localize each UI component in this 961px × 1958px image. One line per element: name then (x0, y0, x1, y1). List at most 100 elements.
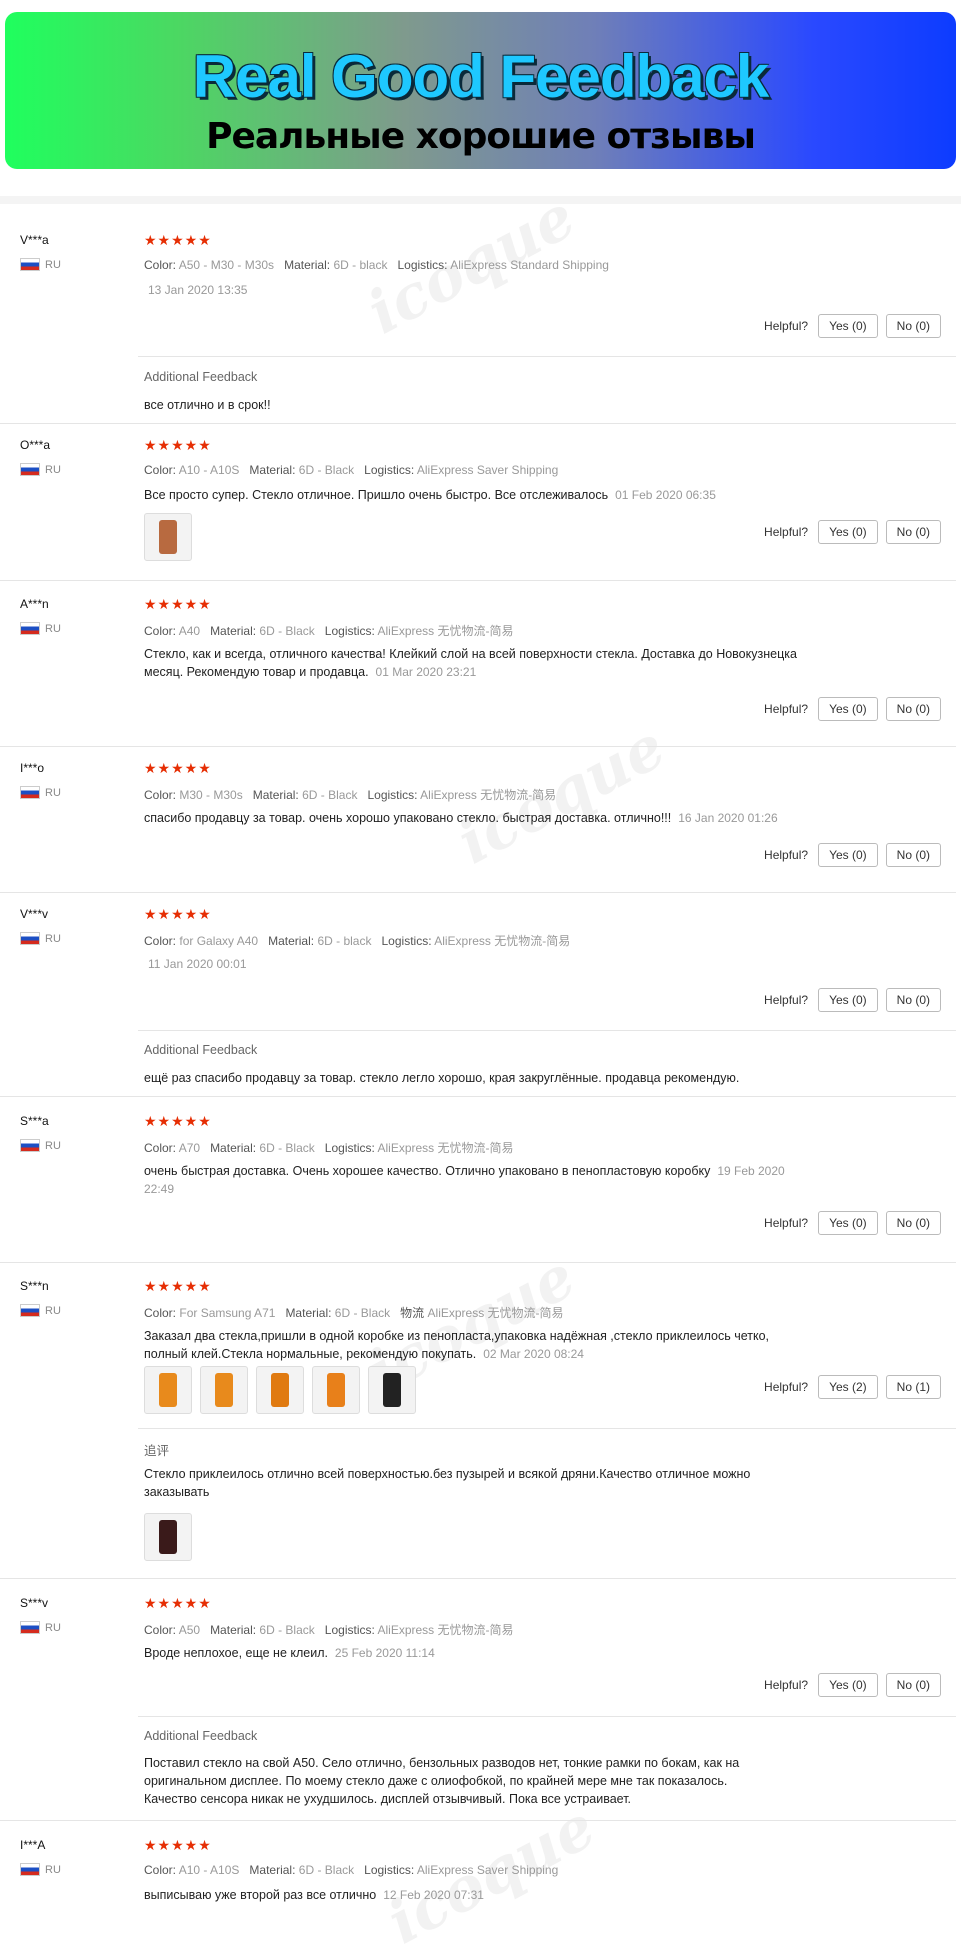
reviewer-name: V***a (20, 233, 49, 247)
reviewer-country: RU (20, 1304, 61, 1317)
helpful-yes-button[interactable]: Yes (0) (818, 1211, 878, 1235)
helpful-no-button[interactable]: No (0) (885, 843, 941, 867)
review-text: Заказал два стекла,пришли в одной коробк… (144, 1329, 770, 1361)
additional-feedback-label: Additional Feedback (144, 1729, 258, 1743)
divider (138, 1716, 956, 1717)
review-meta: Color: M30 - M30s Material: 6D - Black L… (144, 788, 557, 802)
reviewer-country: RU (20, 463, 61, 476)
helpful-controls: Helpful? Yes (0) No (0) (764, 1211, 941, 1235)
helpful-yes-button[interactable]: Yes (0) (818, 314, 878, 338)
helpful-no-button[interactable]: No (1) (885, 1375, 941, 1399)
review-photo[interactable] (256, 1366, 304, 1414)
review-photos (144, 1366, 416, 1414)
helpful-no-button[interactable]: No (0) (885, 697, 941, 721)
feedback-banner: Real Good Feedback Реальные хорошие отзы… (5, 12, 956, 169)
additional-feedback-text: Стекло приклеилось отлично всей поверхно… (144, 1467, 751, 1499)
review-meta: Color: For Samsung A71 Material: 6D - Bl… (144, 1306, 564, 1320)
review-meta: Color: A50 Material: 6D - Black Logistic… (144, 1623, 514, 1637)
additional-feedback-text: все отлично и в срок!! (144, 398, 271, 412)
reviewer-country: RU (20, 258, 61, 271)
divider (138, 1428, 956, 1429)
list-top-border (0, 196, 961, 204)
helpful-no-button[interactable]: No (0) (885, 1211, 941, 1235)
divider (138, 1030, 956, 1031)
russia-flag-icon (20, 1139, 40, 1152)
review-photo[interactable] (144, 1366, 192, 1414)
review-separator (0, 423, 956, 424)
reviewer-country: RU (20, 1621, 61, 1634)
russia-flag-icon (20, 463, 40, 476)
russia-flag-icon (20, 622, 40, 635)
helpful-controls: Helpful? Yes (0) No (0) (764, 988, 941, 1012)
banner-subtitle: Реальные хорошие отзывы (206, 116, 756, 157)
helpful-yes-button[interactable]: Yes (0) (818, 988, 878, 1012)
helpful-yes-button[interactable]: Yes (0) (818, 843, 878, 867)
helpful-no-button[interactable]: No (0) (885, 520, 941, 544)
helpful-controls: Helpful? Yes (0) No (0) (764, 520, 941, 544)
reviewer-name: S***n (20, 1279, 49, 1293)
helpful-yes-button[interactable]: Yes (0) (818, 697, 878, 721)
rating-stars: ★★★★★ (144, 232, 212, 248)
review-separator (0, 1096, 956, 1097)
rating-stars: ★★★★★ (144, 1113, 212, 1129)
reviewer-country: RU (20, 932, 61, 945)
helpful-label: Helpful? (764, 1216, 809, 1230)
review-meta: Color: A10 - A10S Material: 6D - Black L… (144, 1863, 559, 1877)
review-date: 13 Jan 2020 13:35 (148, 283, 248, 297)
helpful-label: Helpful? (764, 993, 809, 1007)
review-text: Все просто супер. Стекло отличное. Пришл… (144, 488, 716, 502)
helpful-no-button[interactable]: No (0) (885, 314, 941, 338)
rating-stars: ★★★★★ (144, 906, 212, 922)
helpful-no-button[interactable]: No (0) (885, 988, 941, 1012)
review-photo[interactable] (144, 513, 192, 561)
rating-stars: ★★★★★ (144, 1595, 212, 1611)
review-photo[interactable] (144, 1513, 192, 1561)
russia-flag-icon (20, 258, 40, 271)
divider (138, 356, 956, 357)
helpful-controls: Helpful? Yes (0) No (0) (764, 843, 941, 867)
reviewer-name: S***v (20, 1596, 49, 1610)
helpful-label: Helpful? (764, 848, 809, 862)
review-meta: Color: A40 Material: 6D - Black Logistic… (144, 624, 514, 638)
review-meta: Color: A50 - M30 - M30s Material: 6D - b… (144, 258, 609, 272)
helpful-yes-button[interactable]: Yes (2) (818, 1375, 878, 1399)
helpful-label: Helpful? (764, 319, 809, 333)
additional-feedback-label: Additional Feedback (144, 370, 258, 384)
helpful-yes-button[interactable]: Yes (0) (818, 520, 878, 544)
reviewer-name: V***v (20, 907, 49, 921)
review-separator (0, 580, 956, 581)
review-photos (144, 513, 192, 561)
review-photo[interactable] (200, 1366, 248, 1414)
reviewer-name: O***a (20, 438, 51, 452)
review-text: спасибо продавцу за товар. очень хорошо … (144, 811, 778, 825)
russia-flag-icon (20, 1621, 40, 1634)
review-separator (0, 892, 956, 893)
russia-flag-icon (20, 932, 40, 945)
rating-stars: ★★★★★ (144, 437, 212, 453)
rating-stars: ★★★★★ (144, 596, 212, 612)
reviewer-country: RU (20, 1139, 61, 1152)
review-text: Вроде неплохое, еще не клеил. 25 Feb 202… (144, 1646, 435, 1660)
review-meta: Color: for Galaxy A40 Material: 6D - bla… (144, 934, 571, 948)
rating-stars: ★★★★★ (144, 1278, 212, 1294)
banner-title: Real Good Feedback (192, 43, 770, 110)
reviewer-name: A***n (20, 597, 49, 611)
russia-flag-icon (20, 1863, 40, 1876)
helpful-label: Helpful? (764, 1678, 809, 1692)
review-separator (0, 1578, 956, 1579)
russia-flag-icon (20, 786, 40, 799)
reviewer-name: I***A (20, 1838, 46, 1852)
additional-photos (144, 1513, 192, 1561)
helpful-yes-button[interactable]: Yes (0) (818, 1673, 878, 1697)
helpful-controls: Helpful? Yes (2) No (1) (764, 1375, 941, 1399)
review-photo[interactable] (368, 1366, 416, 1414)
reviewer-country: RU (20, 786, 61, 799)
helpful-label: Helpful? (764, 525, 809, 539)
review-separator (0, 1820, 956, 1821)
helpful-no-button[interactable]: No (0) (885, 1673, 941, 1697)
reviewer-country: RU (20, 1863, 61, 1876)
review-photo[interactable] (312, 1366, 360, 1414)
review-meta: Color: A70 Material: 6D - Black Logistic… (144, 1141, 514, 1155)
helpful-controls: Helpful? Yes (0) No (0) (764, 314, 941, 338)
review-separator (0, 1262, 956, 1263)
